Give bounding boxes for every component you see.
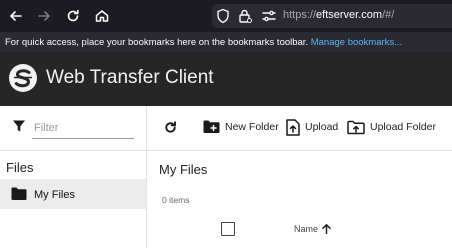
upload-folder-button[interactable]: Upload Folder (347, 114, 436, 140)
forward-button[interactable] (34, 6, 54, 26)
sidebar-heading: Files (6, 160, 34, 175)
permissions-icon[interactable] (261, 9, 277, 28)
home-button[interactable] (92, 6, 112, 26)
column-header-label: Name (294, 224, 319, 234)
forward-arrow-icon (38, 11, 50, 21)
url-host: eftserver.com (316, 9, 383, 21)
select-all-checkbox[interactable] (221, 222, 235, 236)
manage-bookmarks-link[interactable]: Manage bookmarks... (311, 37, 402, 48)
app-title: Web Transfer Client (46, 67, 214, 88)
upload-folder-label: Upload Folder (370, 121, 436, 133)
lock-icon[interactable] (238, 8, 252, 29)
refresh-button[interactable] (163, 114, 178, 140)
back-button[interactable] (6, 6, 26, 26)
home-icon (95, 10, 109, 22)
app-logo-icon (8, 63, 38, 93)
sidebar-item-label: My Files (34, 189, 75, 201)
new-folder-label: New Folder (225, 121, 279, 133)
item-count: 0 items (162, 195, 190, 205)
page-title: My Files (159, 162, 208, 177)
bookmarks-hint: For quick access, place your bookmarks h… (5, 37, 309, 48)
filter-input[interactable] (32, 118, 134, 139)
reload-icon (67, 9, 79, 22)
new-folder-icon (203, 120, 220, 133)
sort-ascending-icon (322, 224, 331, 234)
upload-file-icon (286, 118, 300, 136)
url-path: /#/ (382, 9, 395, 21)
url-text[interactable]: https://eftserver.com/#/ (283, 9, 394, 21)
new-folder-button[interactable]: New Folder (203, 114, 279, 140)
upload-button[interactable]: Upload (286, 114, 338, 140)
bookmarks-message: For quick access, place your bookmarks h… (5, 37, 402, 48)
column-header-name[interactable]: Name (294, 224, 331, 234)
back-arrow-icon (10, 11, 22, 21)
url-scheme: https:// (283, 9, 317, 21)
upload-folder-icon (347, 120, 365, 134)
filter-icon (12, 119, 26, 138)
tracking-protection-icon[interactable] (216, 8, 230, 29)
upload-label: Upload (305, 121, 339, 133)
reload-button[interactable] (63, 6, 83, 26)
folder-icon (11, 187, 27, 205)
refresh-icon (165, 120, 176, 133)
